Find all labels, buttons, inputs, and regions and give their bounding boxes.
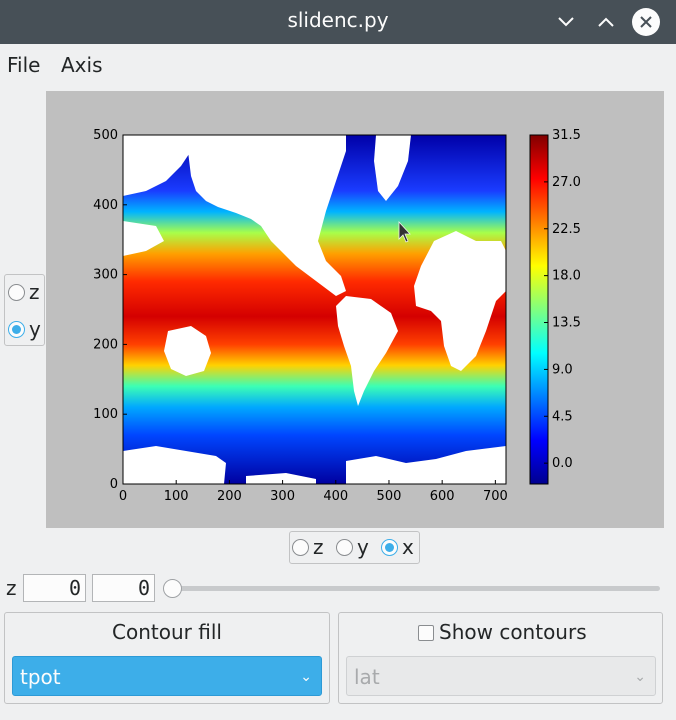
radio-bottom-y-label: y	[357, 535, 369, 559]
slice-index-input[interactable]: 0	[23, 574, 86, 602]
chevron-down-icon	[558, 17, 574, 27]
close-icon	[640, 16, 652, 28]
menu-bar: File Axis	[0, 44, 676, 86]
title-bar: slidenc.py	[0, 0, 676, 44]
x-tick-label: 700	[483, 489, 508, 504]
contour-selected: lat	[354, 665, 380, 689]
menu-file[interactable]: File	[7, 53, 40, 77]
contour-fill-selected: tpot	[20, 665, 61, 689]
x-tick-label: 0	[119, 489, 127, 504]
menu-axis[interactable]: Axis	[61, 53, 103, 77]
left-axis-selector: z y	[4, 274, 45, 346]
contour-variable-select: lat ⌄	[346, 656, 656, 696]
colorbar-ticks: 0.0 4.5 9.0 13.5 18.0 22.5 27.0 31.5	[544, 128, 581, 471]
y-tick-label: 100	[93, 407, 118, 422]
show-contours-label: Show contours	[439, 620, 587, 644]
maximize-button[interactable]	[592, 8, 620, 36]
slice-slider-handle[interactable]	[163, 579, 182, 598]
radio-left-y[interactable]	[8, 321, 25, 338]
colorbar	[529, 134, 549, 485]
y-axis: 0 100 200 300 400 500	[93, 128, 127, 492]
slice-axis-label: z	[6, 576, 17, 600]
colorbar-tick-label: 22.5	[552, 222, 581, 237]
radio-left-y-label: y	[29, 317, 41, 341]
y-tick-label: 300	[93, 268, 118, 283]
contour-fill-variable-select[interactable]: tpot ⌄	[12, 656, 322, 696]
radio-bottom-x-label: x	[402, 535, 414, 559]
radio-bottom-z[interactable]	[292, 539, 309, 556]
x-tick-label: 300	[270, 489, 295, 504]
y-tick-label: 500	[93, 128, 118, 143]
bottom-axis-selector: z y x	[289, 531, 420, 564]
colorbar-tick-label: 13.5	[552, 316, 581, 331]
minimize-button[interactable]	[552, 8, 580, 36]
y-tick-label: 400	[93, 198, 118, 213]
radio-bottom-z-label: z	[313, 535, 324, 559]
slice-slider-track[interactable]	[170, 586, 660, 591]
chevron-down-icon: ⌄	[634, 669, 646, 685]
x-tick-label: 100	[164, 489, 189, 504]
y-tick-label: 0	[110, 477, 118, 492]
radio-left-z[interactable]	[8, 284, 25, 301]
colorbar-tick-label: 9.0	[552, 362, 573, 377]
colorbar-tick-label: 4.5	[552, 409, 573, 424]
show-contours-checkbox[interactable]	[418, 625, 434, 641]
radio-left-z-label: z	[29, 280, 40, 304]
plot-canvas[interactable]: 0 100 200 300 400 500 600 700 0 100 200 300 400 500 …	[46, 91, 664, 528]
x-tick-label: 200	[217, 489, 242, 504]
x-tick-label: 600	[430, 489, 455, 504]
slice-value-input[interactable]: 0	[92, 574, 155, 602]
colorbar-tick-label: 31.5	[552, 128, 581, 143]
x-tick-label: 400	[323, 489, 348, 504]
radio-bottom-y[interactable]	[336, 539, 353, 556]
contour-fill-title: Contour fill	[112, 620, 222, 644]
close-button[interactable]	[632, 8, 660, 36]
contour-fill-group: Contour fill tpot ⌄	[4, 612, 330, 704]
y-tick-label: 200	[93, 337, 118, 352]
contours-group: Show contours lat ⌄	[338, 612, 663, 704]
chevron-down-icon: ⌄	[300, 669, 312, 685]
x-tick-label: 500	[377, 489, 402, 504]
chevron-up-icon	[598, 17, 614, 27]
colorbar-tick-label: 18.0	[552, 269, 581, 284]
heatmap-plot: 0 100 200 300 400 500 600 700 0100200300400500 …	[93, 128, 581, 504]
colorbar-tick-label: 27.0	[552, 175, 581, 190]
radio-bottom-x[interactable]	[381, 539, 398, 556]
colorbar-tick-label: 0.0	[552, 456, 573, 471]
